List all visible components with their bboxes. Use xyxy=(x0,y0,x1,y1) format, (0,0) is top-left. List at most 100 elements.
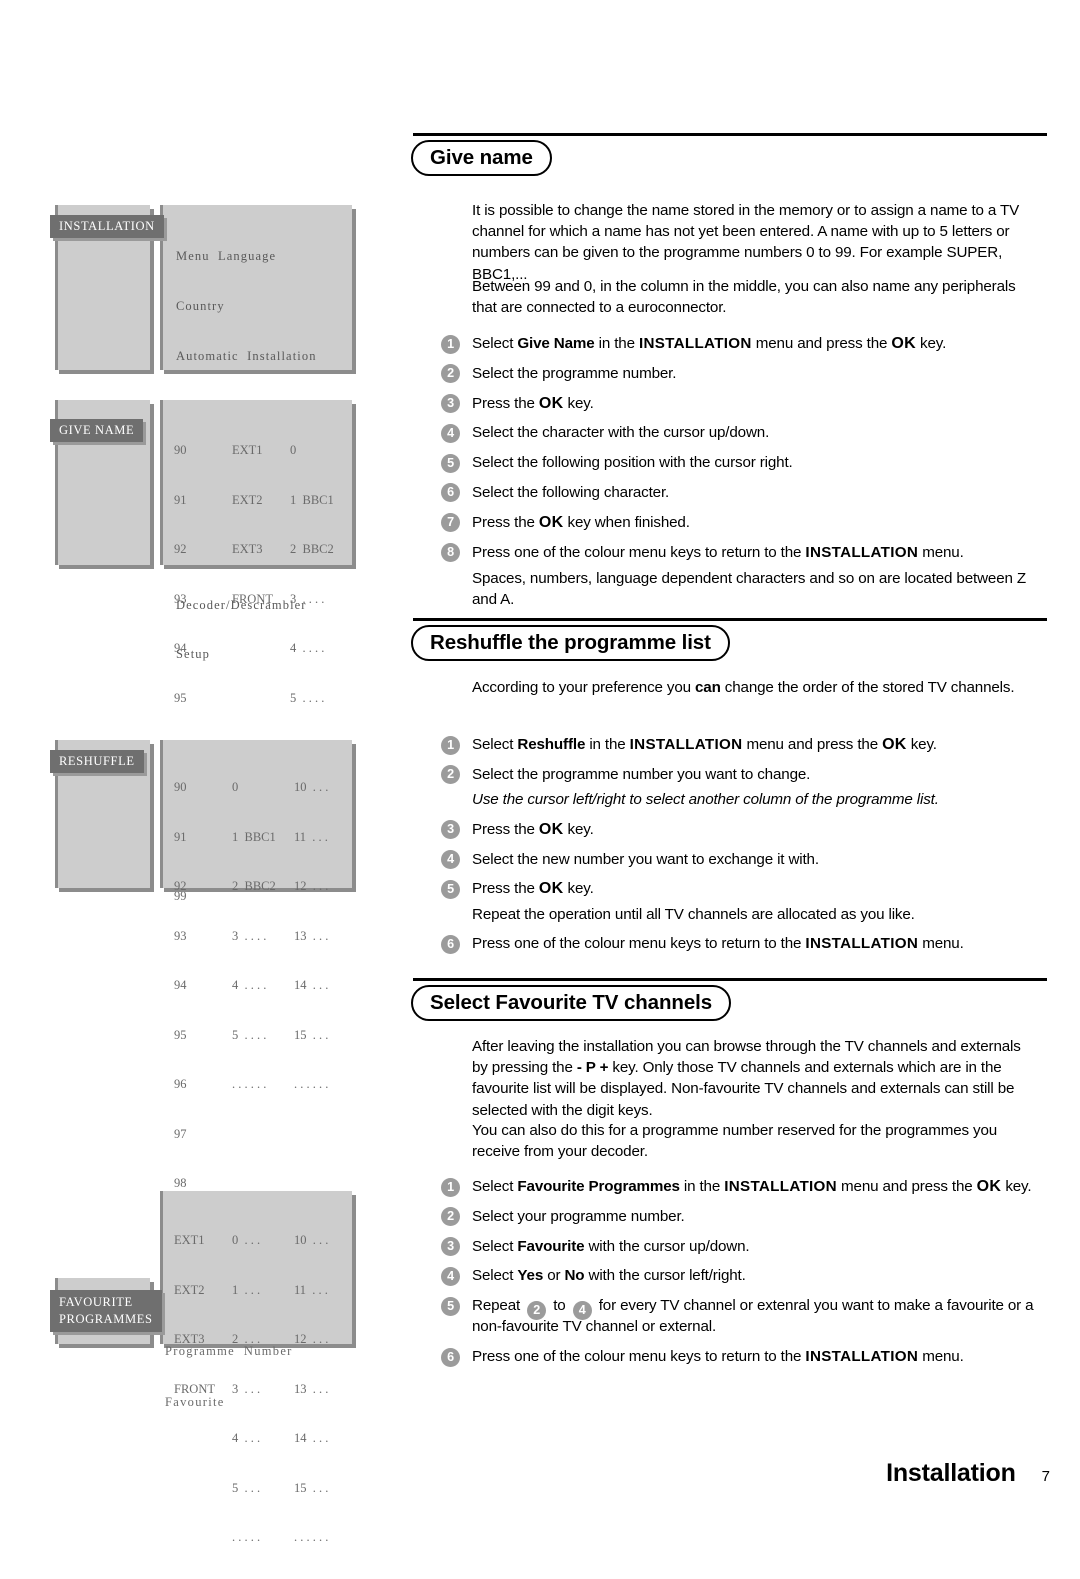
favourite-footer-line2: Favourite xyxy=(165,1395,225,1409)
list-cell: 1 BBC1 xyxy=(290,492,334,507)
step-number: 5 xyxy=(441,1296,460,1316)
favourite-panel-footer: Programme Number Favourite xyxy=(165,1309,293,1445)
step-number: 7 xyxy=(441,513,460,533)
list-cell: 15 . . . xyxy=(294,1480,329,1495)
favourite-footer-line1: Programme Number xyxy=(165,1344,293,1358)
list-cell: 0 . . . xyxy=(232,1233,261,1247)
list-cell: EXT1 xyxy=(174,1233,205,1247)
reshuffle-note: Use the cursor left/right to select anot… xyxy=(472,791,939,808)
list-cell: 0 xyxy=(290,443,297,457)
list-cell: EXT2 xyxy=(232,492,263,507)
list-cell: 90 xyxy=(174,443,187,457)
list-cell: 14 . . . xyxy=(294,978,329,992)
step-number: 1 xyxy=(441,1177,460,1197)
step-item: 2 Select the programme number. xyxy=(441,363,1041,384)
list-cell: 13 . . . xyxy=(294,1381,329,1396)
step-number: 2 xyxy=(441,1207,460,1227)
footer-page-number: 7 xyxy=(1041,1468,1050,1485)
section-rule xyxy=(413,618,1047,621)
favourite-intro-1: After leaving the installation you can b… xyxy=(472,1038,1021,1119)
step-item: 6 Press one of the colour menu keys to r… xyxy=(441,933,1041,954)
step-number: 3 xyxy=(441,820,460,840)
list-cell: 1 . . . xyxy=(232,1282,261,1297)
step-item: 4 Select the character with the cursor u… xyxy=(441,422,1041,443)
list-cell: 93 xyxy=(174,928,187,943)
reshuffle-column-2: 0 1 BBC1 2 BBC2 3 . . . . 4 . . . . 5 . … xyxy=(232,746,276,1126)
reshuffle-tab-label: RESHUFFLE xyxy=(50,750,144,773)
favourite-tab-line2: PROGRAMMES xyxy=(59,1312,153,1326)
step-item: 3 Press the OK key. xyxy=(441,393,1041,414)
step-number: 2 xyxy=(441,364,460,384)
step-item: 5 Select the following position with the… xyxy=(441,452,1041,473)
list-cell: 94 xyxy=(174,978,187,992)
give-name-outro: Spaces, numbers, language dependent char… xyxy=(472,570,1026,609)
menu-item: Automatic Installation xyxy=(176,348,317,363)
list-cell: 90 xyxy=(174,780,187,794)
list-cell: 94 xyxy=(174,641,187,655)
list-cell: 91 xyxy=(174,492,187,507)
step-item: 2 Select your programme number. xyxy=(441,1206,1041,1227)
list-cell: 5 . . . . xyxy=(232,1027,267,1042)
give-name-column-2: EXT1 EXT2 EXT3 FRONT xyxy=(232,409,273,640)
give-name-column-3: 0 1 BBC1 2 BBC2 3 . . . . 4 . . . . 5 . … xyxy=(290,409,334,789)
reshuffle-steps: 1 Select Reshuffle in the INSTALLATION m… xyxy=(441,734,1041,963)
footer-chapter-title: Installation xyxy=(886,1459,1016,1487)
step-number: 4 xyxy=(441,423,460,443)
step-item: 6 Select the following character. xyxy=(441,482,1041,503)
step-number: 1 xyxy=(441,735,460,755)
list-cell: 91 xyxy=(174,829,187,844)
section-title-reshuffle: Reshuffle the programme list xyxy=(411,625,730,661)
step-number: 8 xyxy=(441,543,460,563)
step-item: 5 Press the OK key. xyxy=(441,878,1041,899)
list-cell: 0 xyxy=(232,780,239,794)
list-cell: 11 . . . xyxy=(294,1282,328,1297)
step-number: 5 xyxy=(441,453,460,473)
list-cell: . . . . . . xyxy=(294,1077,329,1091)
list-cell: 10 . . . xyxy=(294,780,329,794)
section-rule xyxy=(413,133,1047,136)
list-cell: 5 . . . xyxy=(232,1480,261,1495)
reshuffle-intro: According to your preference you can cha… xyxy=(472,679,1015,696)
step-item: 7 Press the OK key when finished. xyxy=(441,512,1041,533)
step-number: 6 xyxy=(441,1347,460,1367)
step-ref-number: 2 xyxy=(527,1301,547,1321)
list-cell: EXT3 xyxy=(232,542,263,556)
list-cell: 97 xyxy=(174,1126,187,1141)
give-name-list-panel: 90 91 92 93 94 95 96 97 98 99 EXT1 EXT2 … xyxy=(160,400,352,903)
list-cell: . . . . . . xyxy=(232,1077,267,1091)
list-cell: 92 xyxy=(174,879,187,893)
list-cell: 3 . . . . xyxy=(290,591,325,606)
step-number: 4 xyxy=(441,850,460,870)
list-cell: 12 . . . xyxy=(294,1332,329,1346)
give-name-steps: 1 Select Give Name in the INSTALLATION m… xyxy=(441,333,1041,571)
list-cell: 4 . . . . xyxy=(232,978,267,992)
step-number: 1 xyxy=(441,334,460,354)
favourite-list-panel: EXT1 EXT2 EXT3 FRONT 0 . . . 1 . . . 2 .… xyxy=(160,1191,352,1544)
favourite-intro-2: You can also do this for a programme num… xyxy=(472,1122,998,1161)
step-number: 2 xyxy=(441,765,460,785)
list-cell: 10 . . . xyxy=(294,1233,329,1247)
list-cell: FRONT xyxy=(232,591,273,606)
list-cell: 93 xyxy=(174,591,187,606)
installation-menu-panel: Menu Language Country Automatic Installa… xyxy=(160,205,352,661)
list-cell: 11 . . . xyxy=(294,829,328,844)
step-item: 3 Press the OK key. xyxy=(441,819,1041,840)
give-name-tab-label: GIVE NAME xyxy=(50,419,144,442)
step-item: 1 Select Reshuffle in the INSTALLATION m… xyxy=(441,734,1041,755)
list-cell: 14 . . . xyxy=(294,1431,329,1445)
step-item: 2 Select the programme number you want t… xyxy=(441,764,1041,785)
step-item: 4 Select the new number you want to exch… xyxy=(441,849,1041,870)
list-cell: 15 . . . xyxy=(294,1027,329,1042)
step-item: 5 Repeat 2 to 4 for every TV channel or … xyxy=(441,1295,1041,1337)
list-cell: 1 BBC1 xyxy=(232,829,276,844)
give-name-programme-list: 90 91 92 93 94 95 96 97 98 99 EXT1 EXT2 … xyxy=(174,409,349,903)
give-name-intro-1: It is possible to change the name stored… xyxy=(472,202,1020,283)
menu-item: Country xyxy=(176,298,225,313)
list-cell: 12 . . . xyxy=(294,879,329,893)
favourite-tab-line1: FAVOURITE xyxy=(59,1295,133,1309)
step-number: 6 xyxy=(441,483,460,503)
step-number: 3 xyxy=(441,394,460,414)
list-cell: EXT1 xyxy=(232,443,263,457)
list-cell: EXT2 xyxy=(174,1282,205,1297)
menu-item: Menu Language xyxy=(176,249,277,264)
